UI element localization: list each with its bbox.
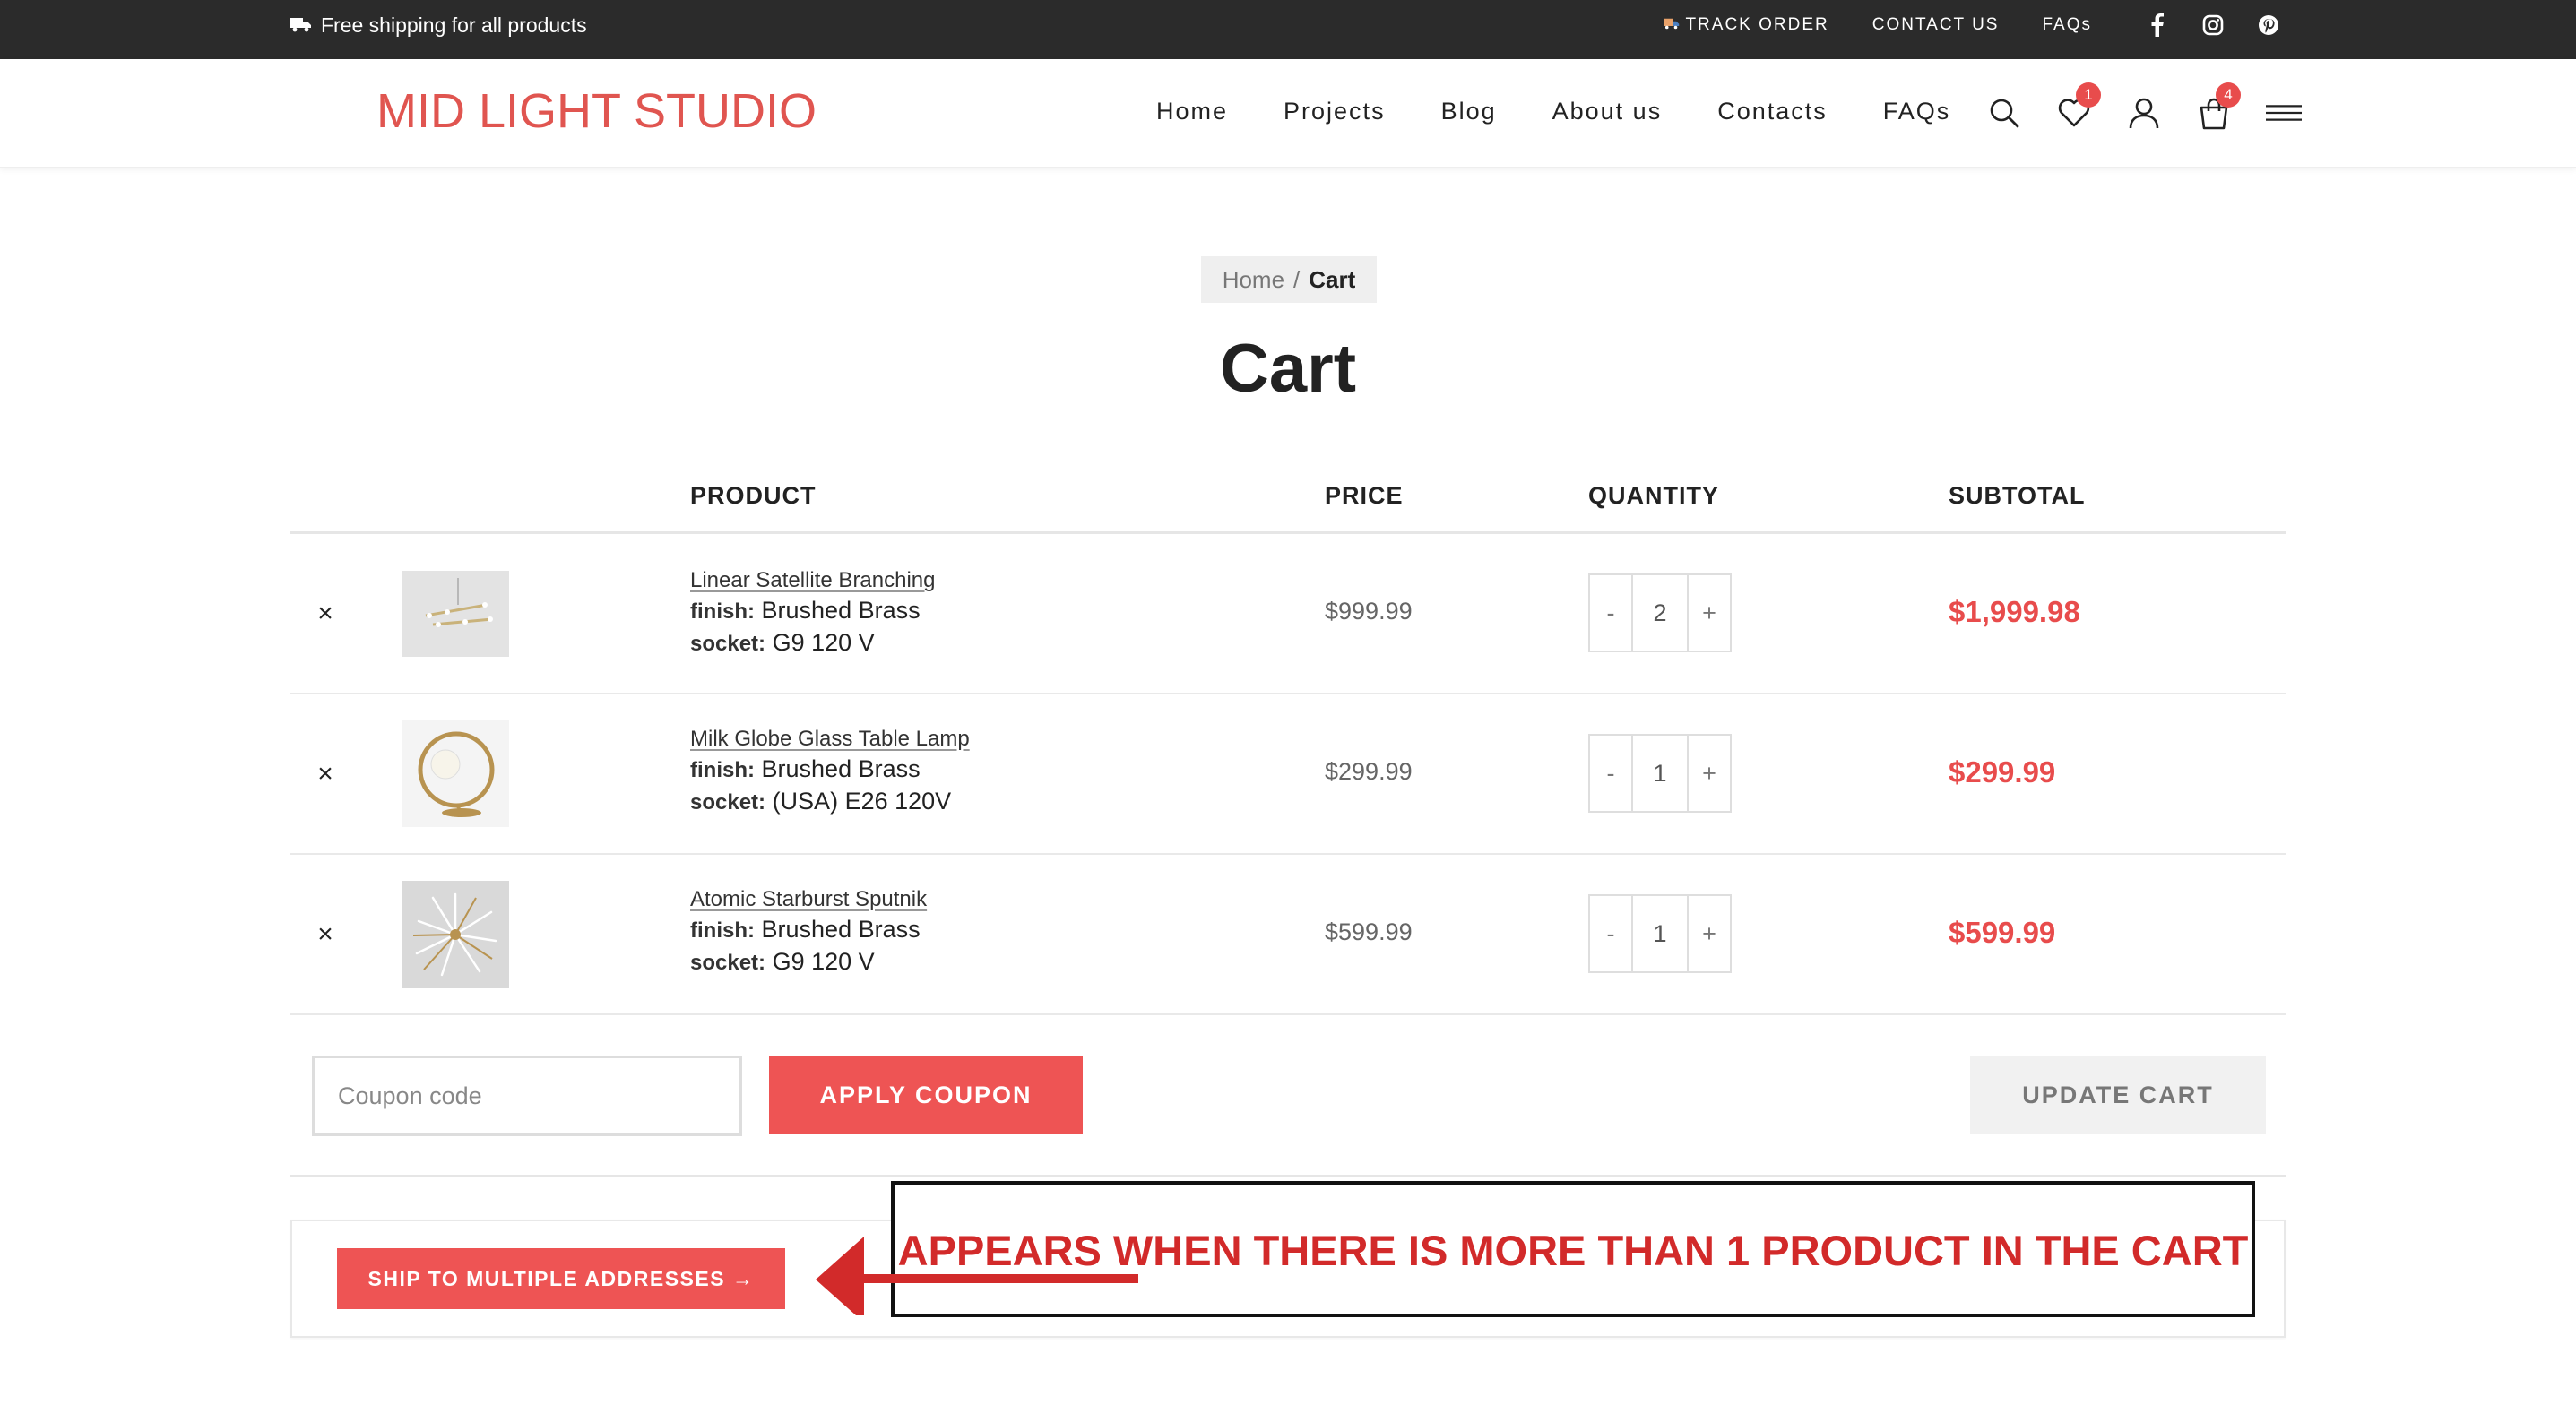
breadcrumb-separator: / (1293, 265, 1301, 293)
free-shipping-text: Free shipping for all products (321, 13, 587, 37)
divider (290, 1175, 2286, 1177)
account-icon[interactable] (2126, 95, 2162, 131)
update-cart-button[interactable]: UPDATE CART (1970, 1056, 2266, 1134)
product-name-link[interactable]: Linear Satellite Branching (690, 568, 936, 593)
line-subtotal: $599.99 (1949, 916, 2056, 949)
track-order-link[interactable]: TRACK ORDER (1664, 15, 1828, 35)
quantity-stepper: - 2 + (1588, 573, 1732, 652)
site-logo[interactable]: MID LIGHT STUDIO (376, 82, 817, 140)
product-thumbnail[interactable] (402, 881, 509, 988)
finish-label: finish: (690, 918, 755, 943)
breadcrumb-current: Cart (1309, 265, 1356, 293)
unit-price: $599.99 (1325, 918, 1413, 945)
unit-price: $999.99 (1325, 598, 1413, 625)
truck-icon (1664, 15, 1680, 35)
instagram-icon[interactable] (2201, 13, 2225, 37)
quantity-input[interactable]: 2 (1631, 575, 1689, 651)
cart-button[interactable]: 4 (2196, 82, 2241, 131)
track-order-label: TRACK ORDER (1685, 15, 1829, 34)
column-quantity: QUANTITY (1588, 482, 1719, 509)
coupon-code-input[interactable]: Coupon code (312, 1056, 742, 1136)
column-price: PRICE (1325, 482, 1404, 509)
socket-value: (USA) E26 120V (772, 788, 952, 815)
truck-icon (290, 13, 312, 38)
wishlist-button[interactable]: 1 (2056, 82, 2101, 131)
increase-quantity-button[interactable]: + (1689, 736, 1730, 811)
cart-count-badge: 4 (2216, 82, 2241, 108)
nav-home[interactable]: Home (1156, 95, 1228, 127)
nav-projects[interactable]: Projects (1284, 95, 1386, 127)
menu-icon[interactable] (2266, 95, 2302, 131)
facebook-icon[interactable] (2146, 13, 2169, 37)
line-subtotal: $299.99 (1949, 755, 2056, 789)
product-name-link[interactable]: Atomic Starburst Sputnik (690, 887, 927, 912)
cart-row: × Atomic Starburst Sputnik finish: Brush… (290, 855, 2286, 1015)
line-subtotal: $1,999.98 (1949, 595, 2080, 628)
socket-value: G9 120 V (772, 629, 875, 656)
remove-item-button[interactable]: × (312, 759, 339, 789)
product-thumbnail[interactable] (402, 571, 509, 657)
nav-blog[interactable]: Blog (1441, 95, 1497, 127)
decrease-quantity-button[interactable]: - (1590, 736, 1631, 811)
decrease-quantity-button[interactable]: - (1590, 575, 1631, 651)
product-finish: finish: Brushed Brass (690, 597, 921, 625)
product-thumbnail[interactable] (402, 720, 509, 827)
ship-to-multiple-addresses-button[interactable]: SHIP TO MULTIPLE ADDRESSES → (337, 1248, 785, 1309)
cart-row: × Milk Globe Glass Table Lamp finish: Br… (290, 694, 2286, 855)
column-subtotal: SUBTOTAL (1949, 482, 2086, 509)
product-socket: socket: G9 120 V (690, 948, 875, 976)
free-shipping-notice: Free shipping for all products (290, 0, 587, 50)
column-product: PRODUCT (690, 482, 817, 509)
quantity-stepper: - 1 + (1588, 734, 1732, 813)
top-bar: Free shipping for all products TRACK ORD… (0, 0, 2576, 59)
apply-coupon-button[interactable]: APPLY COUPON (769, 1056, 1083, 1134)
socket-label: socket: (690, 790, 766, 815)
product-socket: socket: (USA) E26 120V (690, 788, 951, 815)
remove-item-button[interactable]: × (312, 919, 339, 950)
breadcrumb-home[interactable]: Home (1223, 266, 1284, 294)
increase-quantity-button[interactable]: + (1689, 575, 1730, 651)
nav-about-us[interactable]: About us (1552, 95, 1663, 127)
quantity-stepper: - 1 + (1588, 894, 1732, 973)
wishlist-count-badge: 1 (2076, 82, 2101, 108)
quantity-input[interactable]: 1 (1631, 736, 1689, 811)
quantity-input[interactable]: 1 (1631, 896, 1689, 971)
finish-value: Brushed Brass (761, 597, 921, 624)
socket-label: socket: (690, 951, 766, 975)
search-icon[interactable] (1986, 95, 2022, 131)
product-name-link[interactable]: Milk Globe Glass Table Lamp (690, 727, 970, 752)
main-nav: Home Projects Blog About us Contacts FAQ… (1156, 95, 1950, 127)
cart-row: × Linear Satellite Branching finish: Bru… (290, 534, 2286, 694)
socket-value: G9 120 V (772, 948, 875, 975)
finish-label: finish: (690, 599, 755, 624)
product-socket: socket: G9 120 V (690, 629, 875, 657)
cart-table-header: PRODUCT PRICE QUANTITY SUBTOTAL (290, 475, 2286, 534)
page-title: Cart (1219, 331, 1357, 407)
nav-contacts[interactable]: Contacts (1717, 95, 1828, 127)
unit-price: $299.99 (1325, 758, 1413, 785)
decrease-quantity-button[interactable]: - (1590, 896, 1631, 971)
product-finish: finish: Brushed Brass (690, 916, 921, 944)
annotation-arrow-icon (816, 1237, 1138, 1315)
main-header: MID LIGHT STUDIO Home Projects Blog Abou… (0, 59, 2576, 168)
product-finish: finish: Brushed Brass (690, 755, 921, 783)
increase-quantity-button[interactable]: + (1689, 896, 1730, 971)
remove-item-button[interactable]: × (312, 599, 339, 629)
faqs-link[interactable]: FAQs (2042, 15, 2092, 35)
contact-us-link[interactable]: CONTACT US (1872, 15, 2000, 35)
socket-label: socket: (690, 632, 766, 656)
finish-label: finish: (690, 758, 755, 782)
nav-faqs[interactable]: FAQs (1883, 95, 1951, 127)
breadcrumb: Home / Cart (1201, 256, 1377, 303)
finish-value: Brushed Brass (761, 916, 921, 943)
pinterest-icon[interactable] (2257, 13, 2280, 37)
finish-value: Brushed Brass (761, 755, 921, 782)
